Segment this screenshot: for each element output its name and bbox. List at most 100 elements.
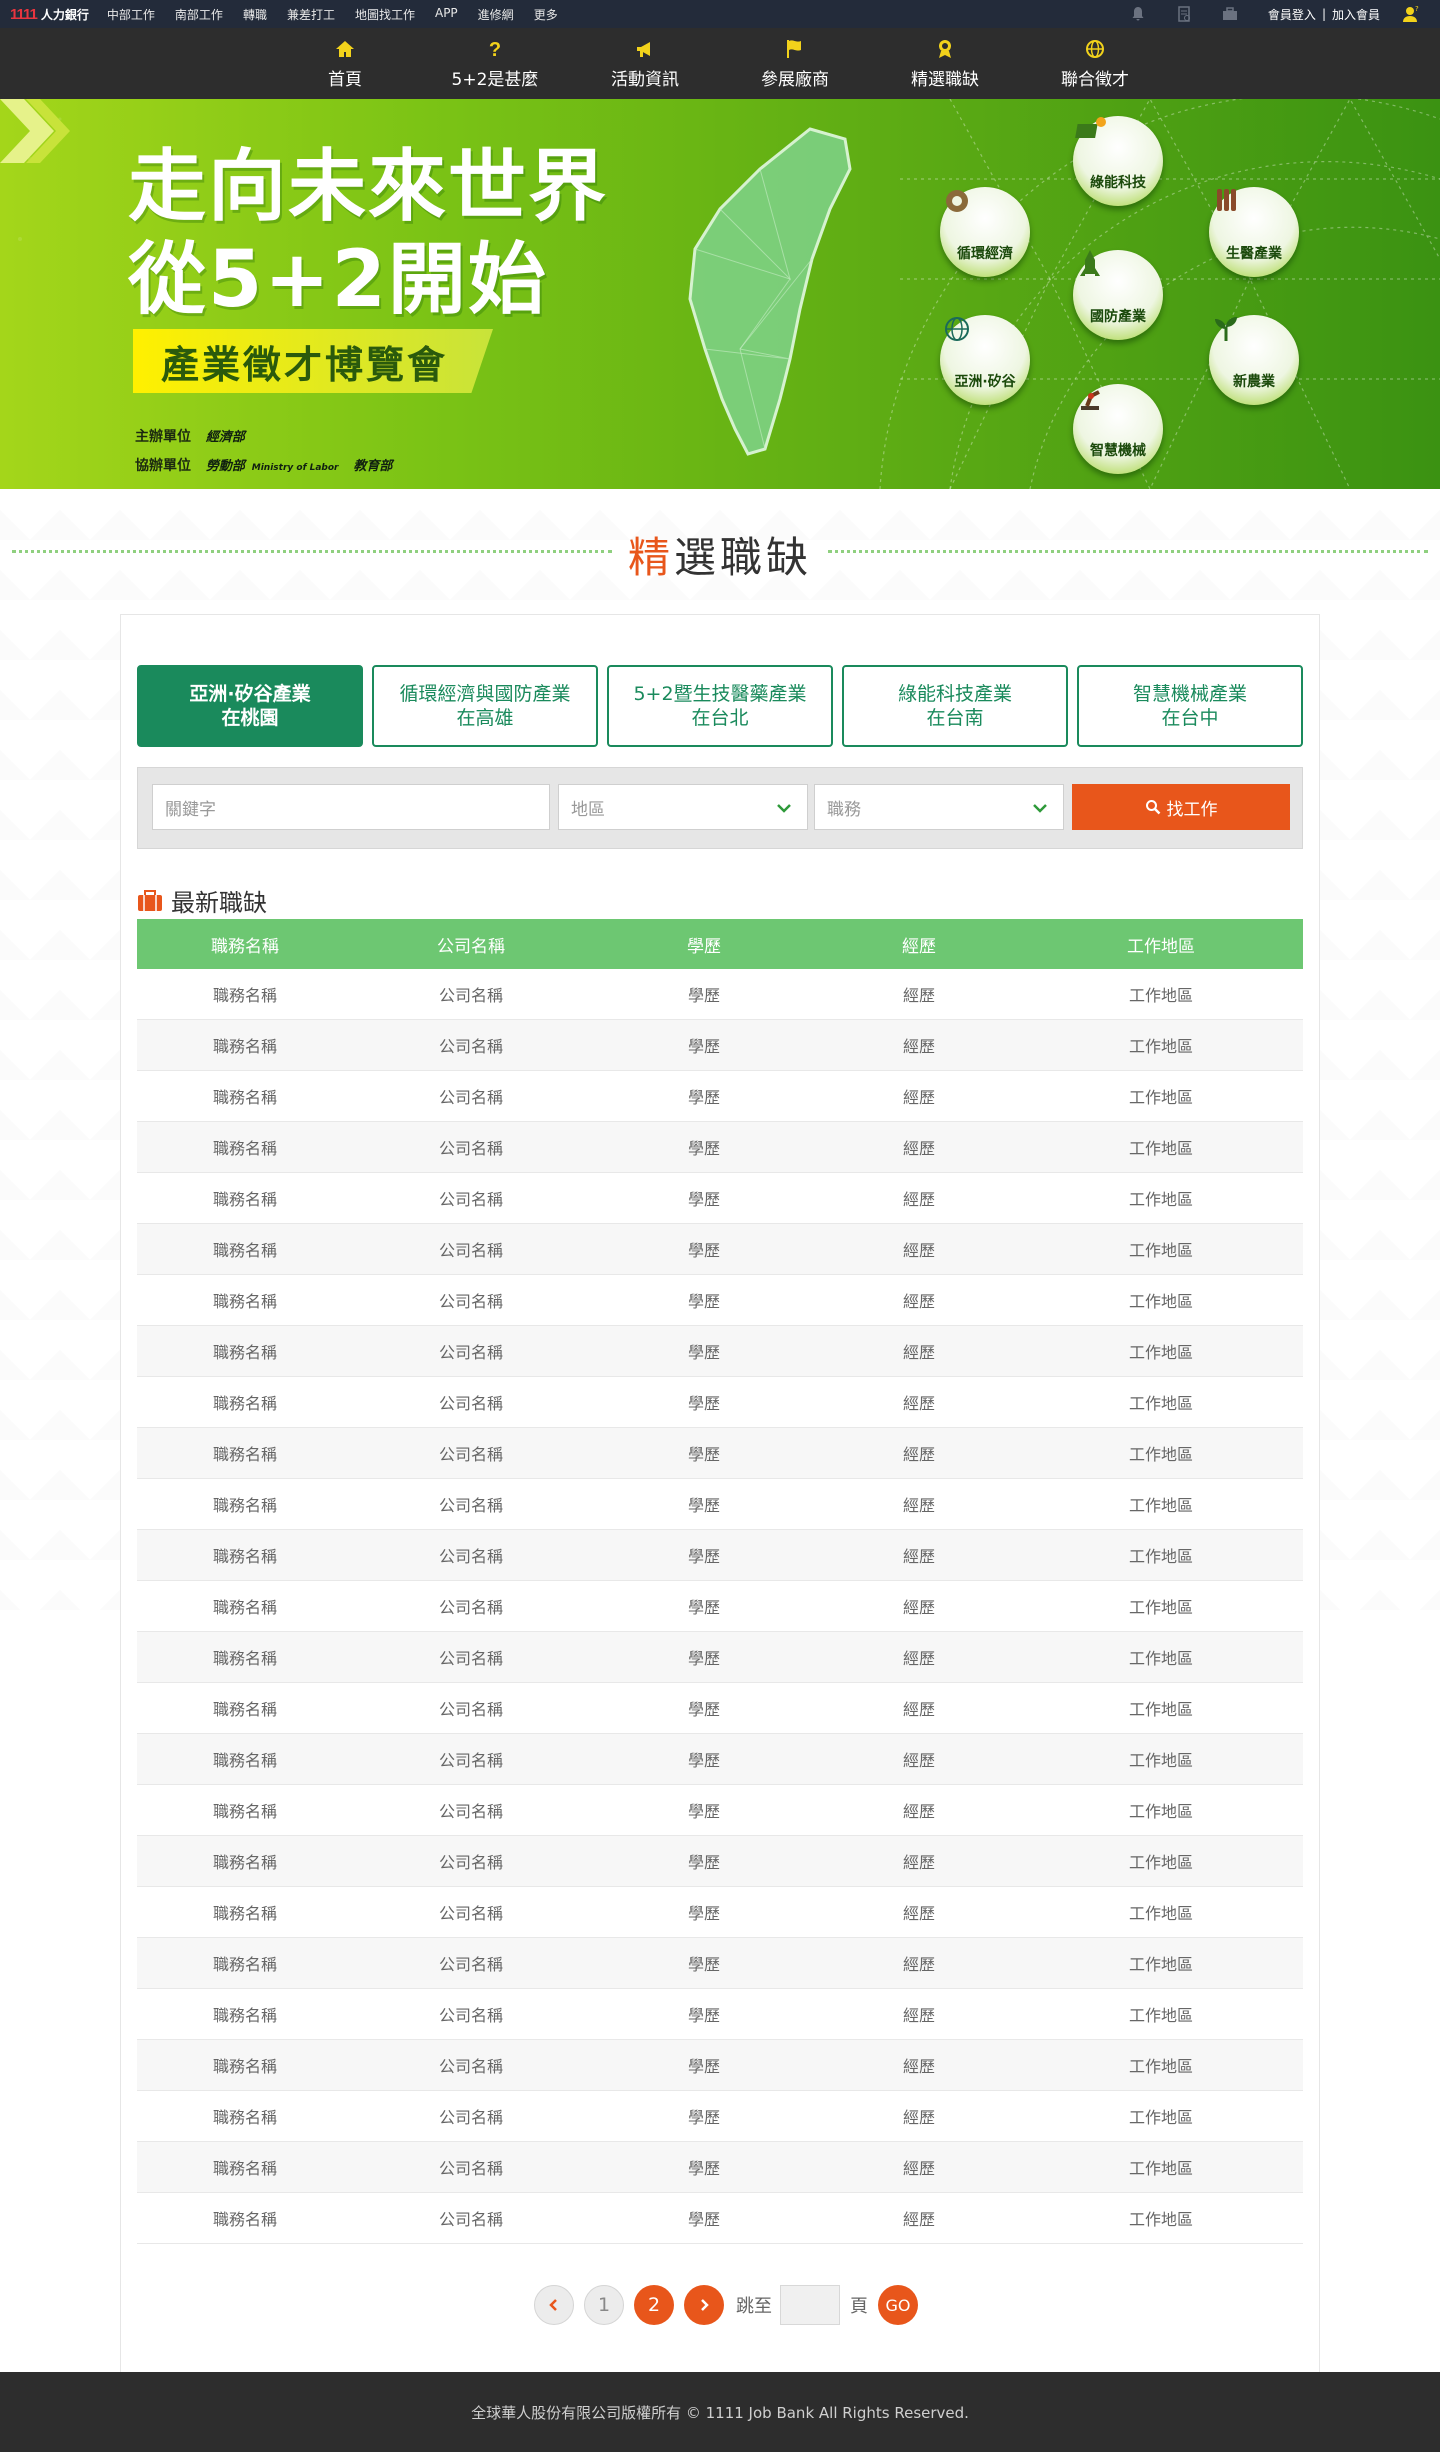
table-row[interactable]: 職務名稱 公司名稱 學歷 經歷 工作地區 — [137, 1173, 1303, 1224]
cell-job-title[interactable]: 職務名稱 — [137, 1377, 353, 1427]
find-job-button[interactable]: 找工作 — [1072, 784, 1290, 830]
cell-company[interactable]: 公司名稱 — [353, 1173, 589, 1223]
nav-what-is-5plus2[interactable]: ? 5+2是甚麼 — [425, 28, 565, 99]
tab-taichung[interactable]: 智慧機械產業 在台中 — [1077, 665, 1303, 747]
cell-job-title[interactable]: 職務名稱 — [137, 1122, 353, 1172]
table-row[interactable]: 職務名稱 公司名稱 學歷 經歷 工作地區 — [137, 2193, 1303, 2244]
cell-job-title[interactable]: 職務名稱 — [137, 969, 353, 1019]
cell-company[interactable]: 公司名稱 — [353, 1275, 589, 1325]
cell-job-title[interactable]: 職務名稱 — [137, 1479, 353, 1529]
tab-tainan[interactable]: 綠能科技產業 在台南 — [842, 665, 1068, 747]
table-row[interactable]: 職務名稱 公司名稱 學歷 經歷 工作地區 — [137, 1734, 1303, 1785]
cell-job-title[interactable]: 職務名稱 — [137, 1632, 353, 1682]
nav-home[interactable]: 首頁 — [275, 28, 415, 99]
tab-taoyuan[interactable]: 亞洲·矽谷產業 在桃園 — [137, 665, 363, 747]
cell-job-title[interactable]: 職務名稱 — [137, 1683, 353, 1733]
top-link-map-search[interactable]: 地圖找工作 — [355, 6, 415, 23]
cell-job-title[interactable]: 職務名稱 — [137, 2040, 353, 2090]
bell-icon[interactable] — [1130, 6, 1146, 22]
page-2-button[interactable]: 2 — [634, 2285, 674, 2325]
header-job-title[interactable]: 職務名稱 — [137, 919, 353, 969]
table-row[interactable]: 職務名稱 公司名稱 學歷 經歷 工作地區 — [137, 1071, 1303, 1122]
header-experience[interactable]: 經歷 — [819, 919, 1019, 969]
cell-job-title[interactable]: 職務名稱 — [137, 1326, 353, 1376]
table-row[interactable]: 職務名稱 公司名稱 學歷 經歷 工作地區 — [137, 1275, 1303, 1326]
cell-company[interactable]: 公司名稱 — [353, 1581, 589, 1631]
cell-job-title[interactable]: 職務名稱 — [137, 2142, 353, 2192]
go-button[interactable]: GO — [878, 2285, 918, 2325]
cell-company[interactable]: 公司名稱 — [353, 1938, 589, 1988]
industry-badge-green-energy[interactable]: 綠能科技 — [1073, 116, 1163, 206]
table-row[interactable]: 職務名稱 公司名稱 學歷 經歷 工作地區 — [137, 1836, 1303, 1887]
cell-company[interactable]: 公司名稱 — [353, 1122, 589, 1172]
cell-job-title[interactable]: 職務名稱 — [137, 1734, 353, 1784]
table-row[interactable]: 職務名稱 公司名稱 學歷 經歷 工作地區 — [137, 1377, 1303, 1428]
table-row[interactable]: 職務名稱 公司名稱 學歷 經歷 工作地區 — [137, 2091, 1303, 2142]
area-select[interactable]: 地區 — [558, 784, 808, 830]
cell-company[interactable]: 公司名稱 — [353, 2040, 589, 2090]
page-1-button[interactable]: 1 — [584, 2285, 624, 2325]
cell-company[interactable]: 公司名稱 — [353, 1683, 589, 1733]
table-row[interactable]: 職務名稱 公司名稱 學歷 經歷 工作地區 — [137, 2040, 1303, 2091]
industry-badge-smart-machinery[interactable]: 智慧機械 — [1073, 384, 1163, 474]
nav-activities[interactable]: 活動資訊 — [575, 28, 715, 99]
login-link[interactable]: 會員登入 — [1268, 6, 1316, 23]
nav-joint-recruitment[interactable]: 聯合徵才 — [1025, 28, 1165, 99]
job-select[interactable]: 職務 — [814, 784, 1064, 830]
table-row[interactable]: 職務名稱 公司名稱 學歷 經歷 工作地區 — [137, 2142, 1303, 2193]
cell-company[interactable]: 公司名稱 — [353, 1785, 589, 1835]
cell-job-title[interactable]: 職務名稱 — [137, 1428, 353, 1478]
table-row[interactable]: 職務名稱 公司名稱 學歷 經歷 工作地區 — [137, 1938, 1303, 1989]
prev-page-button[interactable] — [534, 2285, 574, 2325]
cell-company[interactable]: 公司名稱 — [353, 1632, 589, 1682]
cell-job-title[interactable]: 職務名稱 — [137, 1989, 353, 2039]
nav-exhibitors[interactable]: 參展廠商 — [725, 28, 865, 99]
cell-job-title[interactable]: 職務名稱 — [137, 1581, 353, 1631]
table-row[interactable]: 職務名稱 公司名稱 學歷 經歷 工作地區 — [137, 1785, 1303, 1836]
cell-job-title[interactable]: 職務名稱 — [137, 1938, 353, 1988]
cell-job-title[interactable]: 職務名稱 — [137, 1887, 353, 1937]
top-link-south[interactable]: 南部工作 — [175, 6, 223, 23]
cell-company[interactable]: 公司名稱 — [353, 1887, 589, 1937]
cell-company[interactable]: 公司名稱 — [353, 1224, 589, 1274]
page-number-input[interactable] — [780, 2285, 840, 2325]
cell-job-title[interactable]: 職務名稱 — [137, 2091, 353, 2141]
table-row[interactable]: 職務名稱 公司名稱 學歷 經歷 工作地區 — [137, 1326, 1303, 1377]
cell-company[interactable]: 公司名稱 — [353, 1836, 589, 1886]
industry-badge-new-agriculture[interactable]: 新農業 — [1209, 315, 1299, 405]
top-link-app[interactable]: APP — [435, 6, 458, 23]
cell-job-title[interactable]: 職務名稱 — [137, 1530, 353, 1580]
table-row[interactable]: 職務名稱 公司名稱 學歷 經歷 工作地區 — [137, 1122, 1303, 1173]
top-link-learning[interactable]: 進修網 — [478, 6, 514, 23]
table-row[interactable]: 職務名稱 公司名稱 學歷 經歷 工作地區 — [137, 1632, 1303, 1683]
table-row[interactable]: 職務名稱 公司名稱 學歷 經歷 工作地區 — [137, 1428, 1303, 1479]
top-link-part-time[interactable]: 兼差打工 — [287, 6, 335, 23]
cell-company[interactable]: 公司名稱 — [353, 1377, 589, 1427]
join-link[interactable]: 加入會員 — [1332, 6, 1380, 23]
top-link-more[interactable]: 更多 — [534, 6, 558, 23]
cell-job-title[interactable]: 職務名稱 — [137, 1836, 353, 1886]
industry-badge-asia-silicon-valley[interactable]: 亞洲·矽谷 — [940, 315, 1030, 405]
cell-company[interactable]: 公司名稱 — [353, 1071, 589, 1121]
table-row[interactable]: 職務名稱 公司名稱 學歷 經歷 工作地區 — [137, 1683, 1303, 1734]
cell-job-title[interactable]: 職務名稱 — [137, 1275, 353, 1325]
industry-badge-defense[interactable]: 國防產業 — [1073, 250, 1163, 340]
table-row[interactable]: 職務名稱 公司名稱 學歷 經歷 工作地區 — [137, 1020, 1303, 1071]
cell-company[interactable]: 公司名稱 — [353, 1020, 589, 1070]
briefcase-icon[interactable] — [1222, 6, 1238, 22]
cell-company[interactable]: 公司名稱 — [353, 1530, 589, 1580]
table-row[interactable]: 職務名稱 公司名稱 學歷 經歷 工作地區 — [137, 1989, 1303, 2040]
cell-job-title[interactable]: 職務名稱 — [137, 2193, 353, 2243]
table-row[interactable]: 職務名稱 公司名稱 學歷 經歷 工作地區 — [137, 1479, 1303, 1530]
cell-company[interactable]: 公司名稱 — [353, 2193, 589, 2243]
industry-badge-biomedical[interactable]: 生醫產業 — [1209, 187, 1299, 277]
next-page-button[interactable] — [684, 2285, 724, 2325]
table-row[interactable]: 職務名稱 公司名稱 學歷 經歷 工作地區 — [137, 1224, 1303, 1275]
table-row[interactable]: 職務名稱 公司名稱 學歷 經歷 工作地區 — [137, 1887, 1303, 1938]
table-row[interactable]: 職務名稱 公司名稱 學歷 經歷 工作地區 — [137, 1581, 1303, 1632]
tab-kaohsiung[interactable]: 循環經濟與國防產業 在高雄 — [372, 665, 598, 747]
document-icon[interactable] — [1176, 6, 1192, 22]
top-link-career-change[interactable]: 轉職 — [243, 6, 267, 23]
cell-company[interactable]: 公司名稱 — [353, 1326, 589, 1376]
user-icon[interactable]: ? — [1402, 5, 1420, 23]
